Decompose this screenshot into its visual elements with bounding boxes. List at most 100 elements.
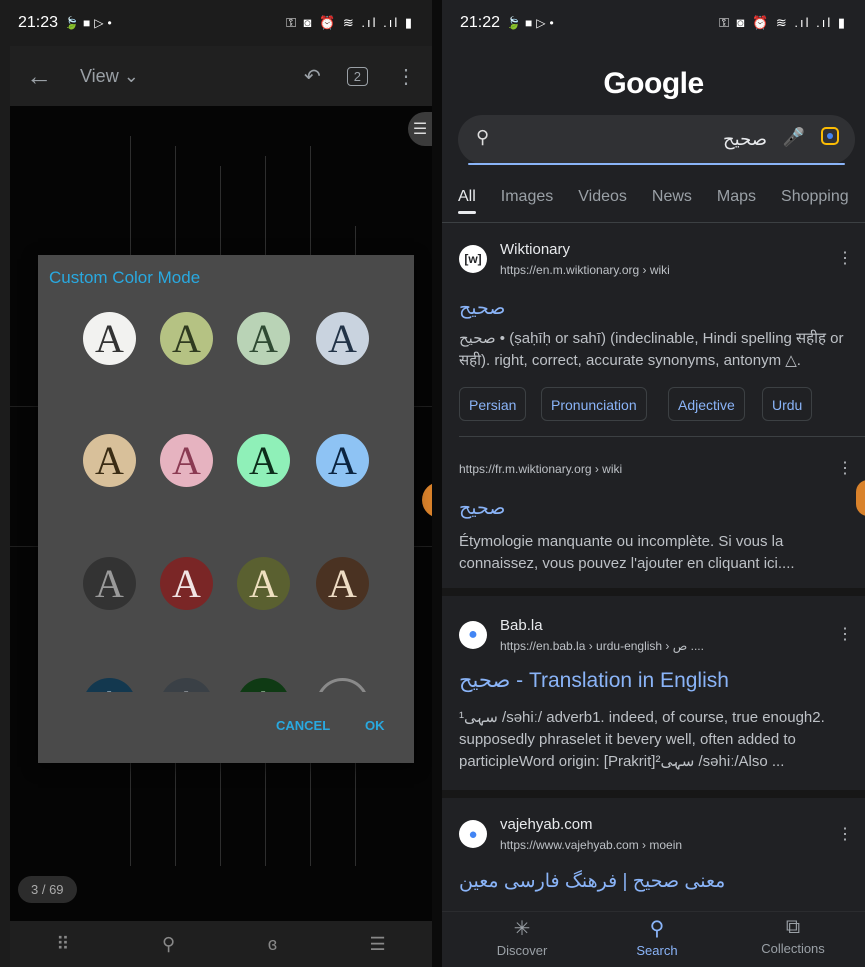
result-site-name[interactable]: vajehyab.com	[500, 816, 593, 833]
color-swatch[interactable]: A	[316, 312, 369, 365]
tab-news[interactable]: News	[652, 188, 692, 206]
lens-icon[interactable]	[821, 127, 839, 145]
left-screen: 21:23 🍃 ■ ▷ • ⚿ ◙ ⏰ ≋ .ıl .ıl ▮ ← View ⌄…	[0, 0, 432, 967]
reading-glasses-icon[interactable]: ɞ	[268, 934, 277, 955]
video-icon: ■	[83, 16, 91, 30]
wiktionary-favicon: [w]	[459, 245, 487, 273]
color-swatch[interactable]: A	[160, 557, 213, 610]
status-icons: ⚿ ◙ ⏰ ≋ .ıl .ıl ▮	[719, 15, 847, 30]
search-icon: ⚲	[649, 918, 665, 940]
result-title[interactable]: صحيح - Translation in English	[459, 668, 729, 693]
chip-persian[interactable]: Persian	[459, 387, 527, 421]
result-snippet: Étymologie manquante ou incomplète. Si v…	[459, 533, 795, 572]
right-screen: 21:22 🍃 ■ ▷ • ⚿ ◙ ⏰ ≋ .ıl .ıl ▮ Google ⚲…	[442, 0, 865, 967]
floating-bubble[interactable]	[856, 480, 865, 516]
nav-label: Discover	[496, 943, 548, 958]
google-logo: Google	[603, 67, 704, 100]
more-vert-icon[interactable]: ⋮	[837, 824, 853, 844]
chevron-down-icon: ⌄	[123, 65, 139, 86]
search-box[interactable]: ⚲ صحيح 🎤	[458, 115, 855, 165]
color-swatch[interactable]: A	[316, 434, 369, 487]
color-swatch[interactable]: A	[237, 434, 290, 487]
search-tabs: All Images Videos News Maps Shopping	[458, 188, 865, 214]
dot-icon: •	[107, 16, 112, 30]
page-indicator: 3 / 69	[18, 876, 77, 903]
nav-label: Search	[636, 943, 678, 958]
result-snippet: سہی¹ /səhiː/ adverb1. indeed, of course,…	[459, 709, 825, 770]
play-icon: ▷	[536, 16, 546, 30]
color-swatch[interactable]: A	[237, 678, 290, 692]
search-icon: ⚲	[476, 127, 490, 147]
leaf-icon: 🍃	[64, 16, 79, 30]
result-separator	[442, 790, 865, 798]
result-title[interactable]: صحيح	[459, 297, 505, 320]
chip-pronunciation[interactable]: Pronunciation	[541, 387, 647, 421]
status-icons: ⚿ ◙ ⏰ ≋ .ıl .ıl ▮	[286, 15, 414, 30]
color-swatch[interactable]: A	[160, 678, 213, 692]
undo-icon[interactable]: ↶	[304, 64, 321, 89]
bottom-nav: ✳ Discover ⚲ Search ⧉ Collections	[442, 911, 865, 967]
dialog-title: Custom Color Mode	[49, 268, 201, 287]
play-icon: ▷	[94, 16, 104, 30]
more-vert-icon[interactable]: ⋮	[837, 458, 853, 478]
bookmark-icon: ⧉	[785, 916, 801, 938]
result-site-name[interactable]: Bab.la	[500, 617, 543, 634]
dot-icon: •	[549, 16, 554, 30]
tab-shopping[interactable]: Shopping	[781, 188, 849, 206]
nav-search[interactable]: ⚲ Search	[602, 916, 712, 958]
search-underline	[468, 163, 845, 165]
color-swatch[interactable]: A	[83, 557, 136, 610]
nav-discover[interactable]: ✳ Discover	[467, 916, 577, 958]
reader-bottom-bar: ⠿ ⚲ ɞ ☰	[10, 921, 432, 967]
vajehyab-favicon: ●	[459, 820, 487, 848]
nav-collections[interactable]: ⧉ Collections	[738, 916, 848, 956]
custom-color-dialog: Custom Color Mode AAAAAAAAAAAAAAA CANCEL…	[38, 255, 414, 763]
result-site-name[interactable]: Wiktionary	[500, 241, 570, 258]
cancel-button[interactable]: CANCEL	[276, 718, 330, 733]
result-url[interactable]: https://www.vajehyab.com › moein	[500, 838, 682, 852]
chip-urdu[interactable]: Urdu	[762, 387, 813, 421]
tab-all[interactable]: All	[458, 188, 476, 214]
ok-button[interactable]: OK	[365, 718, 385, 733]
color-swatch[interactable]: A	[160, 434, 213, 487]
result-title[interactable]: معنی صحیح | فرهنگ فارسی معین	[459, 870, 725, 893]
tab-images[interactable]: Images	[501, 188, 553, 206]
status-time: 21:22	[460, 14, 501, 31]
view-label: View	[80, 65, 119, 86]
mic-icon[interactable]: 🎤	[783, 127, 805, 148]
color-swatch[interactable]: A	[237, 557, 290, 610]
more-vert-icon[interactable]: ⋮	[837, 624, 853, 644]
search-icon[interactable]: ⚲	[162, 934, 175, 955]
result-separator	[442, 588, 865, 596]
pages-count-button[interactable]: 2	[346, 66, 368, 86]
result-url[interactable]: https://fr.m.wiktionary.org › wiki	[459, 462, 622, 476]
result-snippet: صحيح • (ṣaḥīḥ or sahī) (indeclinable, Hi…	[459, 330, 844, 369]
tab-videos[interactable]: Videos	[578, 188, 627, 206]
color-swatch[interactable]: A	[237, 312, 290, 365]
color-swatch[interactable]	[316, 678, 369, 692]
list-icon[interactable]: ☰	[370, 934, 386, 955]
result-url[interactable]: https://en.m.wiktionary.org › wiki	[500, 263, 670, 277]
status-bar: 21:22 🍃 ■ ▷ • ⚿ ◙ ⏰ ≋ .ıl .ıl ▮	[442, 0, 865, 46]
result-title[interactable]: صحيح	[459, 497, 505, 520]
status-bar: 21:23 🍃 ■ ▷ • ⚿ ◙ ⏰ ≋ .ıl .ıl ▮	[0, 0, 432, 46]
result-url[interactable]: https://en.bab.la › urdu-english › ص ...…	[500, 639, 704, 653]
more-vert-icon[interactable]: ⋮	[396, 64, 416, 89]
color-swatch[interactable]: A	[83, 312, 136, 365]
color-swatch[interactable]: A	[160, 312, 213, 365]
reader-app-bar: ← View ⌄ ↶ 2 ⋮	[10, 46, 432, 106]
video-icon: ■	[525, 16, 533, 30]
nav-label: Collections	[761, 941, 825, 956]
color-swatch[interactable]: A	[316, 557, 369, 610]
search-query[interactable]: صحيح	[723, 129, 767, 150]
color-swatch[interactable]: A	[83, 678, 136, 692]
color-swatch[interactable]: A	[83, 434, 136, 487]
chip-adjective[interactable]: Adjective	[668, 387, 745, 421]
grid-icon[interactable]: ⠿	[56, 934, 69, 955]
divider	[459, 436, 865, 437]
view-menu[interactable]: View ⌄	[80, 66, 139, 87]
swatch-grid: AAAAAAAAAAAAAAA	[38, 312, 414, 692]
more-vert-icon[interactable]: ⋮	[837, 248, 853, 268]
back-arrow-icon[interactable]: ←	[26, 61, 52, 92]
tab-maps[interactable]: Maps	[717, 188, 756, 206]
